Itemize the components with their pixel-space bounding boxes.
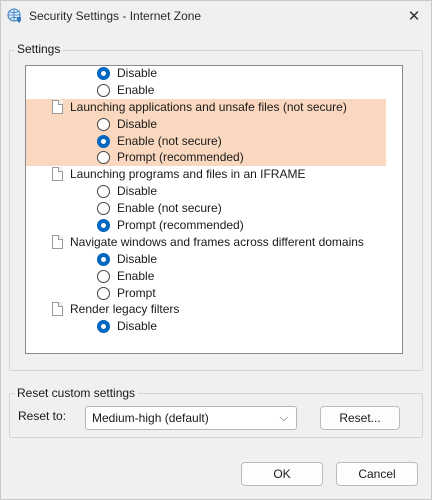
setting-option-label[interactable]: Enable xyxy=(117,269,154,283)
radio-button[interactable] xyxy=(97,117,110,131)
setting-heading: Render legacy filters xyxy=(26,301,386,318)
setting-option[interactable]: Prompt (recommended) xyxy=(26,149,386,167)
setting-option-label[interactable]: Prompt (recommended) xyxy=(117,150,244,164)
setting-heading: Launching programs and files in an IFRAM… xyxy=(26,166,386,183)
radio-button-checked[interactable] xyxy=(97,252,110,266)
setting-option[interactable]: Enable xyxy=(26,82,386,99)
setting-heading-label: Launching programs and files in an IFRAM… xyxy=(70,167,306,182)
setting-option[interactable]: Disable xyxy=(26,115,386,133)
setting-option[interactable]: Enable xyxy=(26,268,386,285)
setting-option[interactable]: Prompt (recommended) xyxy=(26,217,386,234)
setting-option[interactable]: Prompt xyxy=(26,285,386,302)
setting-heading-label: Launching applications and unsafe files … xyxy=(70,99,347,114)
radio-button[interactable] xyxy=(97,286,110,300)
radio-button[interactable] xyxy=(97,269,110,283)
setting-option-label[interactable]: Disable xyxy=(117,117,157,131)
window-title: Security Settings - Internet Zone xyxy=(29,9,202,23)
chevron-down-icon: ⌵ xyxy=(279,412,288,424)
radio-button-checked[interactable] xyxy=(97,320,110,334)
title-bar: Security Settings - Internet Zone ✕ xyxy=(1,1,431,31)
setting-option-label[interactable]: Prompt (recommended) xyxy=(117,218,244,232)
setting-option-label[interactable]: Disable xyxy=(117,252,157,266)
setting-option-label[interactable]: Enable (not secure) xyxy=(117,134,222,148)
page-icon xyxy=(52,99,63,114)
radio-button[interactable] xyxy=(97,185,110,199)
radio-button-checked[interactable] xyxy=(97,67,110,80)
setting-option-label[interactable]: Prompt xyxy=(117,286,156,300)
setting-option-label[interactable]: Enable xyxy=(117,83,154,97)
settings-list: Disable Enable Launching applications and … xyxy=(26,66,386,335)
setting-option[interactable]: Disable xyxy=(26,318,386,335)
setting-option[interactable]: Disable xyxy=(26,66,386,82)
radio-button[interactable] xyxy=(97,202,110,216)
cancel-button[interactable]: Cancel xyxy=(336,462,418,486)
setting-option-label[interactable]: Enable (not secure) xyxy=(117,201,222,215)
reset-button[interactable]: Reset... xyxy=(320,406,400,430)
radio-button[interactable] xyxy=(97,83,110,97)
setting-heading: Navigate windows and frames across diffe… xyxy=(26,234,386,251)
setting-option[interactable]: Enable (not secure) xyxy=(26,132,386,150)
setting-option-label[interactable]: Disable xyxy=(117,184,157,198)
page-icon xyxy=(52,234,63,249)
setting-option[interactable]: Enable (not secure) xyxy=(26,200,386,217)
globe-shield-icon xyxy=(7,8,23,24)
setting-heading-label: Render legacy filters xyxy=(70,302,180,317)
page-icon xyxy=(52,302,63,317)
radio-button-checked[interactable] xyxy=(97,134,110,148)
radio-button[interactable] xyxy=(97,151,110,165)
page-icon xyxy=(52,167,63,182)
setting-option[interactable]: Disable xyxy=(26,183,386,200)
setting-heading-label: Navigate windows and frames across diffe… xyxy=(70,234,364,249)
reset-to-label: Reset to: xyxy=(18,409,67,423)
settings-listbox[interactable]: Disable Enable Launching applications and … xyxy=(25,65,403,354)
close-icon[interactable]: ✕ xyxy=(403,5,425,27)
reset-level-value: Medium-high (default) xyxy=(92,411,209,425)
ok-button[interactable]: OK xyxy=(241,462,323,486)
setting-option-label[interactable]: Disable xyxy=(117,319,157,333)
reset-group-label: Reset custom settings xyxy=(15,386,139,400)
reset-level-select[interactable]: Medium-high (default) ⌵ xyxy=(85,406,297,430)
setting-option[interactable]: Disable xyxy=(26,251,386,268)
radio-button-checked[interactable] xyxy=(97,219,110,233)
setting-option-label[interactable]: Disable xyxy=(117,66,157,80)
settings-group-label: Settings xyxy=(15,42,64,56)
security-settings-dialog: Security Settings - Internet Zone ✕ Sett… xyxy=(0,0,432,500)
setting-heading: Launching applications and unsafe files … xyxy=(26,98,386,116)
